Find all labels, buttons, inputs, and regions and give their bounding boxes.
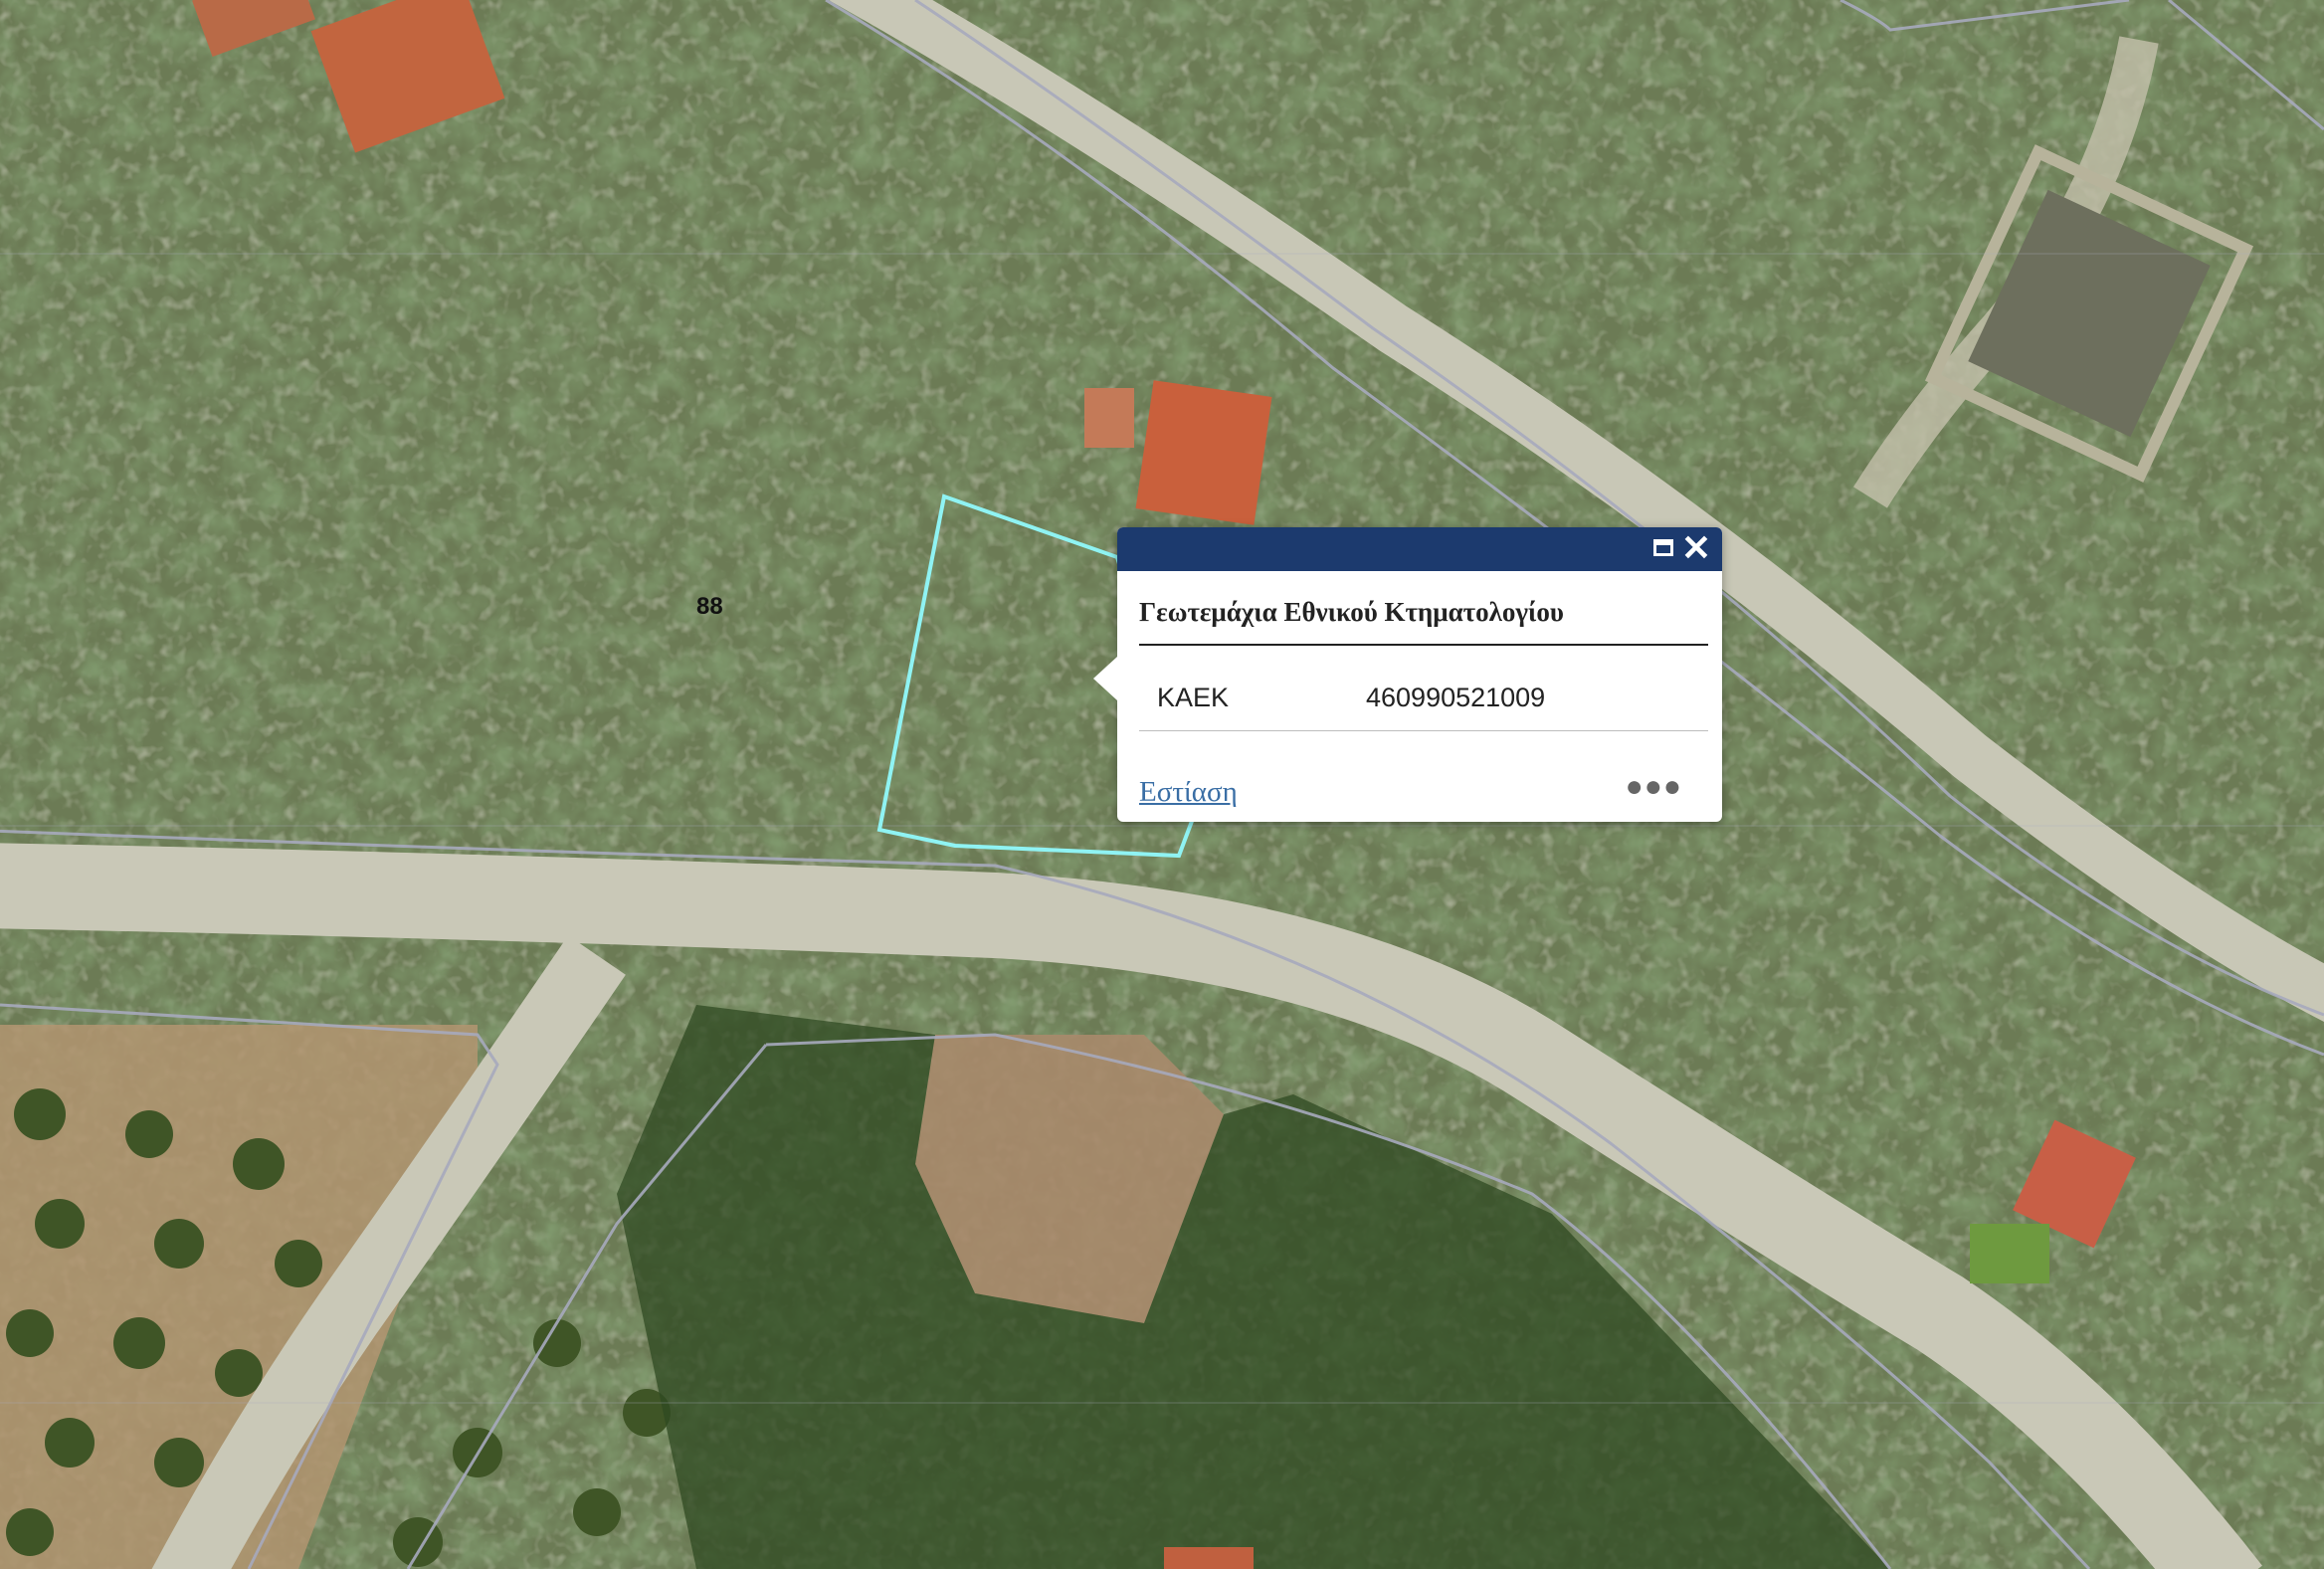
attribute-row: ΚΑΕΚ 460990521009 — [1139, 673, 1708, 731]
close-icon[interactable]: ✕ — [1680, 530, 1712, 566]
parcel-number-label: 88 — [696, 593, 723, 620]
popup-pointer — [1093, 657, 1117, 700]
ellipsis-icon[interactable]: ●●● — [1626, 772, 1682, 802]
info-popup: ✕ Γεωτεμάχια Εθνικού Κτηματολογίου ΚΑΕΚ … — [1093, 527, 1722, 822]
zoom-to-link[interactable]: Εστίαση — [1139, 776, 1238, 809]
attribute-key: ΚΑΕΚ — [1157, 683, 1230, 712]
popup-title: Γεωτεμάχια Εθνικού Κτηματολογίου — [1139, 597, 1708, 646]
satellite-map[interactable]: 88 ✕ Γεωτεμάχια Εθνικού Κτηματολογίου ΚΑ… — [0, 0, 2324, 1569]
attribute-value: 460990521009 — [1366, 683, 1546, 712]
popup-header: ✕ — [1117, 527, 1722, 571]
maximize-icon[interactable] — [1653, 539, 1673, 556]
